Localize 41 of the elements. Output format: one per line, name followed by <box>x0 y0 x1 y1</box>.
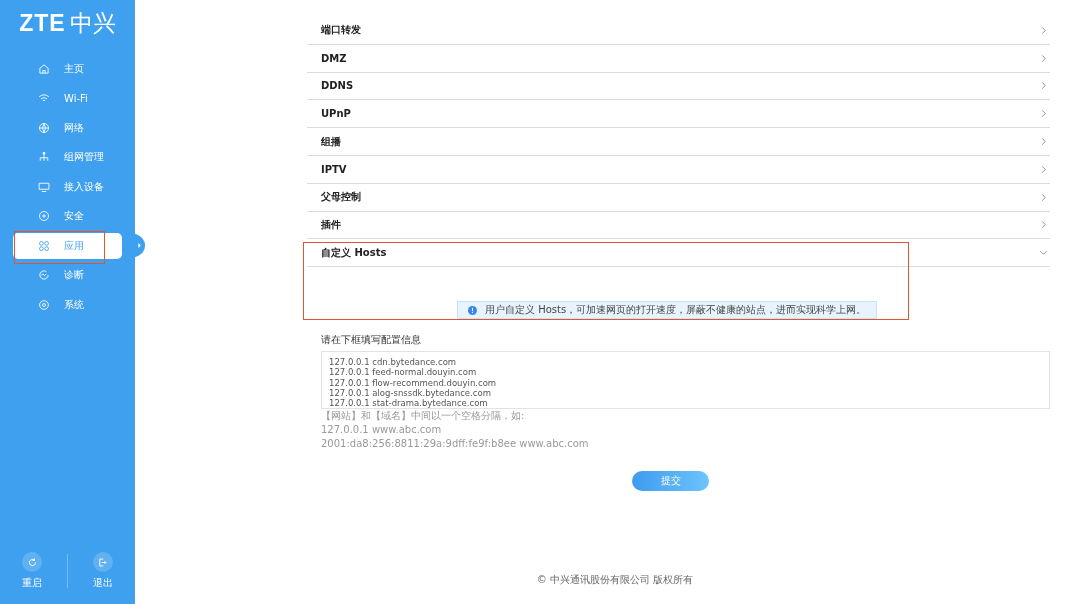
globe-icon <box>38 121 50 134</box>
chevron-right-icon <box>1039 53 1048 63</box>
hosts-textarea[interactable]: 127.0.0.1 cdn.bytedance.com 127.0.0.1 feed-normal.douyin.com 127.0.0.1 flow-recommend.douyin.com 127.0.0.1 alog-snssdk.bytedance.com 127.0.0.1 stat-drama.bytedance.com <box>321 351 1050 410</box>
diagnosis-icon <box>38 269 50 282</box>
chevron-right-icon <box>1039 220 1048 230</box>
hosts-line: 127.0.0.1 stat-drama.bytedance.com <box>329 398 489 409</box>
chevron-right-icon <box>1039 192 1048 202</box>
nav-item[interactable]: 组网管理 <box>13 144 122 171</box>
nav-item[interactable]: 应用 <box>13 232 122 259</box>
logout-icon <box>97 556 109 568</box>
hosts-line: 127.0.0.1 feed-normal.douyin.com <box>329 367 478 378</box>
nav-item[interactable]: 网络 <box>13 114 122 141</box>
nav-item[interactable]: Wi-Fi <box>13 85 122 112</box>
nav-item[interactable]: 系统 <box>13 291 122 318</box>
nav-item[interactable]: 接入设备 <box>13 173 122 200</box>
nav-item[interactable]: 诊断 <box>13 262 122 289</box>
chevron-right-icon <box>1039 81 1048 91</box>
hint-text: 127.0.0.1 www.abc.com <box>321 423 442 438</box>
monitor-icon <box>38 180 50 193</box>
chevron-down-icon <box>1039 248 1048 258</box>
hosts-line: 127.0.0.1 flow-recommend.douyin.com <box>329 377 498 388</box>
copyright-text: © 中兴通讯股份有限公司 版权所有 <box>536 573 694 587</box>
hint-text: 2001:da8:256:8811:29a:9dff:fe9f:b8ee www.abc.com <box>321 437 589 452</box>
nav-item[interactable]: 主页 <box>13 55 122 82</box>
submit-button[interactable]: 提交 <box>632 471 709 492</box>
info-icon <box>468 305 477 315</box>
tip-text: 用户自定义 Hosts，可加速网页的打开速度，屏蔽不健康的站点，进而实现科学上网。 <box>485 303 867 318</box>
refresh-icon <box>26 556 38 568</box>
hosts-line: 127.0.0.1 cdn.bytedance.com <box>329 357 458 368</box>
nav-item[interactable]: 安全 <box>13 203 122 230</box>
chevron-right-icon <box>1039 137 1048 147</box>
hosts-line: 127.0.0.1 alog-snssdk.bytedance.com <box>329 387 491 398</box>
home-icon <box>38 62 50 75</box>
field-label: 请在下框填写配置信息 <box>321 334 422 347</box>
network-icon <box>38 151 50 164</box>
logo: ZTE 中兴 <box>18 9 117 38</box>
chevron-right-icon <box>1039 109 1048 119</box>
chevron-right-icon <box>1039 164 1048 174</box>
grid-icon <box>38 239 50 252</box>
chevron-right-icon <box>1039 25 1048 35</box>
settings-icon <box>38 298 50 311</box>
